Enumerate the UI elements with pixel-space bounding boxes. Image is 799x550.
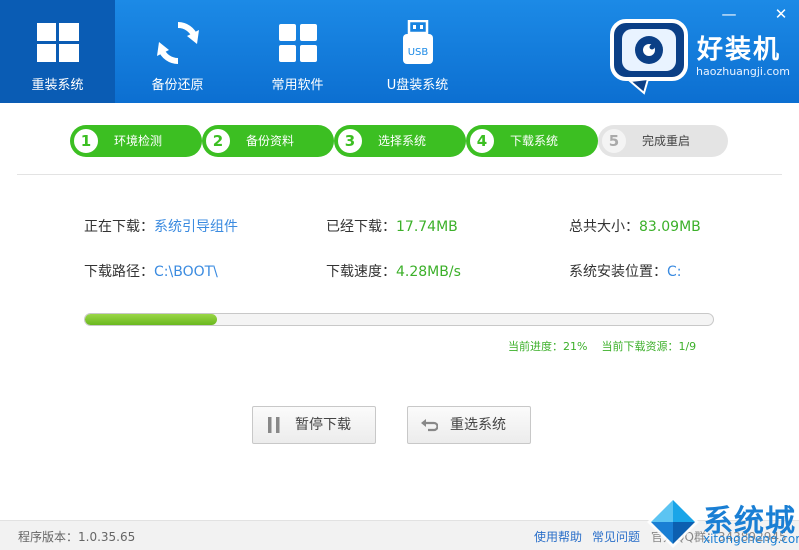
step-label: 选择系统 — [378, 134, 427, 148]
windows-icon — [36, 23, 79, 62]
download-speed-value: 4.28MB/s — [396, 264, 461, 280]
downloaded-value: 17.74MB — [396, 219, 458, 235]
app-header: 重装系统 备份还原 常用软件 USB U盘装系统 — ✕ 好装机 haozhua… — [0, 0, 799, 103]
step-3: 3 选择系统 — [334, 125, 466, 157]
section-divider — [17, 174, 782, 175]
monitor-eye-icon — [610, 19, 688, 95]
help-link[interactable]: 使用帮助 — [534, 528, 582, 545]
step-4: 4 下载系统 — [466, 125, 598, 157]
faq-link[interactable]: 常见问题 — [592, 528, 640, 545]
download-path-item: 下载路径：C:\BOOT\ — [84, 261, 218, 281]
pause-icon — [268, 417, 280, 433]
downloading-item: 正在下载：系统引导组件 — [84, 216, 238, 236]
download-progress-fill — [85, 314, 217, 325]
downloaded-item: 已经下载：17.74MB — [326, 216, 458, 236]
watermark-url: xitongcheng.com — [703, 532, 799, 546]
download-speed-item: 下载速度：4.28MB/s — [326, 261, 461, 281]
total-size-label: 总共大小： — [569, 219, 639, 235]
sync-icon — [156, 21, 199, 65]
nav-tab-reinstall[interactable]: 重装系统 — [0, 0, 115, 103]
total-size-item: 总共大小：83.09MB — [569, 216, 701, 236]
step-label: 环境检测 — [114, 134, 163, 148]
download-speed-label: 下载速度： — [326, 264, 396, 280]
install-location-item: 系统安装位置：C: — [569, 261, 682, 281]
version-text: 程序版本：1.0.35.65 — [18, 530, 136, 544]
downloading-value: 系统引导组件 — [154, 219, 238, 235]
download-path-value: C:\BOOT\ — [154, 264, 218, 280]
step-label: 下载系统 — [510, 134, 559, 148]
progress-meta: 当前进度：21% 当前下载资源：1/9 — [508, 338, 696, 354]
step-number: 2 — [203, 126, 233, 156]
brand-url: haozhuangji.com — [696, 65, 790, 78]
watermark: 系统城 xitongcheng.com — [645, 494, 799, 549]
nav-tab-label: 常用软件 — [271, 78, 324, 93]
step-2: 2 备份资料 — [202, 125, 334, 157]
pause-download-label: 暂停下载 — [295, 417, 351, 433]
reselect-system-label: 重选系统 — [450, 417, 506, 433]
brand-logo: 好装机 haozhuangji.com — [610, 15, 796, 95]
nav-tab-label: U盘装系统 — [386, 78, 449, 93]
step-label: 完成重启 — [642, 134, 691, 148]
nav-tab-backup[interactable]: 备份还原 — [120, 0, 235, 103]
pause-download-button[interactable]: 暂停下载 — [252, 406, 376, 444]
download-progress-bar — [84, 313, 714, 326]
reselect-system-button[interactable]: 重选系统 — [407, 406, 531, 444]
install-location-label: 系统安装位置： — [569, 264, 667, 280]
step-number: 5 — [599, 126, 629, 156]
apps-grid-icon — [278, 24, 317, 62]
watermark-logo-icon — [647, 496, 699, 548]
usb-icon-text: USB — [407, 47, 428, 58]
download-resource-text: 当前下载资源：1/9 — [601, 340, 697, 353]
downloading-label: 正在下载： — [84, 219, 154, 235]
downloaded-label: 已经下载： — [326, 219, 396, 235]
download-path-label: 下载路径： — [84, 264, 154, 280]
step-label: 备份资料 — [246, 134, 295, 148]
usb-icon: USB — [402, 20, 433, 64]
step-number: 1 — [71, 126, 101, 156]
nav-tab-software[interactable]: 常用软件 — [240, 0, 355, 103]
step-1: 1 环境检测 — [70, 125, 202, 157]
step-5: 5 完成重启 — [598, 125, 728, 157]
install-steps: 1 环境检测 2 备份资料 3 选择系统 4 下载系统 5 完成重启 — [70, 125, 730, 157]
nav-tab-usb[interactable]: USB U盘装系统 — [360, 0, 475, 103]
total-size-value: 83.09MB — [639, 219, 701, 235]
nav-tab-label: 备份还原 — [151, 78, 204, 93]
step-number: 4 — [467, 126, 497, 156]
nav-tab-label: 重装系统 — [31, 78, 84, 93]
progress-percent-text: 当前进度：21% — [508, 340, 588, 353]
brand-title: 好装机 — [697, 35, 782, 65]
step-number: 3 — [335, 126, 365, 156]
undo-icon — [421, 419, 438, 432]
install-location-value: C: — [667, 264, 682, 280]
